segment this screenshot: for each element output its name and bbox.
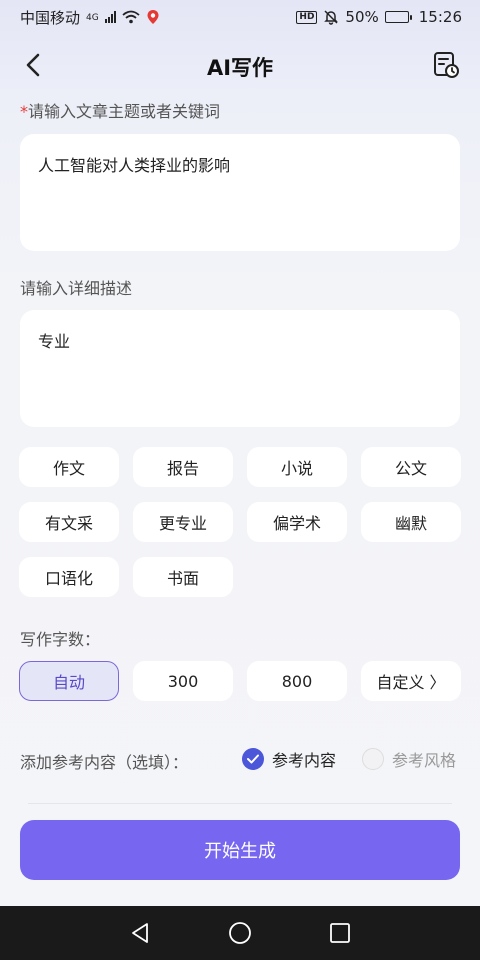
app-header: AI写作 — [0, 40, 480, 90]
radio-empty-icon — [362, 748, 384, 770]
style-chip[interactable]: 口语化 — [19, 557, 119, 597]
reference-content-option[interactable]: 参考内容 — [242, 747, 336, 771]
system-nav-bar — [0, 906, 480, 960]
status-bar: 中国移动 4G HD 50% 15:26 — [0, 0, 480, 34]
status-left: 中国移动 4G — [20, 7, 160, 28]
start-generate-button[interactable]: 开始生成 — [20, 820, 460, 880]
word-count-label: 写作字数： — [20, 630, 101, 649]
wifi-icon — [122, 10, 140, 24]
style-chip[interactable]: 公文 — [361, 447, 461, 487]
status-right: HD 50% 15:26 — [296, 8, 462, 26]
nav-recents-button[interactable] — [320, 913, 360, 953]
topic-label: *请输入文章主题或者关键词 — [20, 98, 220, 122]
nav-home-button[interactable] — [220, 913, 260, 953]
reference-style-label: 参考风格 — [392, 751, 457, 770]
topic-input-value: 人工智能对人类择业的影响 — [38, 156, 231, 175]
checkmark-icon — [242, 748, 264, 770]
style-chip[interactable]: 报告 — [133, 447, 233, 487]
topic-input[interactable]: 人工智能对人类择业的影响 — [20, 134, 460, 251]
style-chip[interactable]: 作文 — [19, 447, 119, 487]
square-recents-icon — [330, 923, 350, 943]
history-document-icon — [434, 52, 459, 78]
required-mark: * — [20, 102, 28, 121]
battery-icon — [384, 11, 412, 23]
hd-icon: HD — [296, 10, 318, 24]
word-count-custom[interactable]: 自定义 〉 — [361, 661, 461, 701]
style-chip[interactable]: 书面 — [133, 557, 233, 597]
nav-back-button[interactable] — [120, 913, 160, 953]
mute-bell-icon — [324, 10, 339, 25]
style-chip[interactable]: 偏学术 — [247, 502, 347, 542]
triangle-back-icon — [132, 923, 148, 943]
carrier-name: 中国移动 — [20, 8, 81, 27]
history-button[interactable] — [430, 49, 462, 81]
location-pin-icon — [147, 10, 159, 24]
description-input[interactable]: 专业 — [20, 310, 460, 427]
description-label: 请输入详细描述 — [20, 279, 133, 298]
word-count-300[interactable]: 300 — [133, 661, 233, 701]
page-title: AI写作 — [206, 56, 274, 80]
divider — [28, 803, 452, 804]
description-input-value: 专业 — [38, 332, 71, 351]
word-count-800[interactable]: 800 — [247, 661, 347, 701]
circle-home-icon — [229, 922, 251, 944]
style-chip[interactable]: 小说 — [247, 447, 347, 487]
topic-label-text: 请输入文章主题或者关键词 — [28, 102, 221, 121]
clock: 15:26 — [418, 8, 462, 26]
word-count-auto[interactable]: 自动 — [19, 661, 119, 701]
style-chip[interactable]: 幽默 — [361, 502, 461, 542]
reference-content-label: 参考内容 — [272, 751, 337, 770]
signal-icon — [104, 11, 116, 23]
reference-style-option[interactable]: 参考风格 — [362, 747, 456, 771]
network-type: 4G — [86, 12, 99, 23]
reference-label: 添加参考内容（选填）： — [20, 753, 189, 772]
battery-percent: 50% — [345, 8, 379, 26]
reference-row: 添加参考内容（选填）： 参考内容 参考风格 — [20, 742, 460, 776]
style-chip[interactable]: 更专业 — [133, 502, 233, 542]
style-chip[interactable]: 有文采 — [19, 502, 119, 542]
